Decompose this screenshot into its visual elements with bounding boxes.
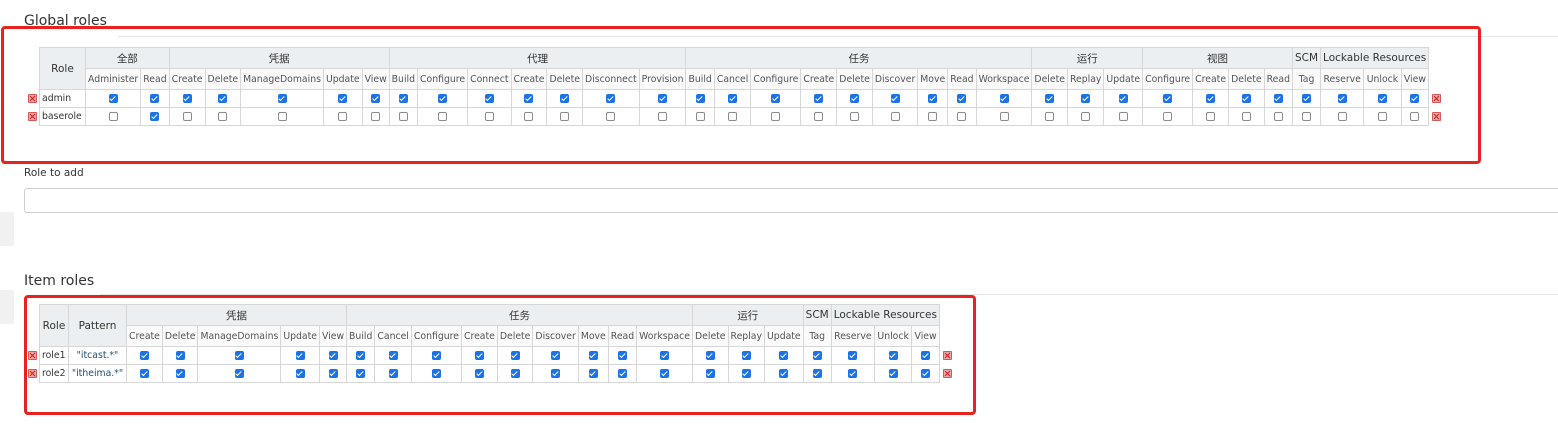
section-title-item-roles: Item roles [24, 273, 95, 289]
delete-role-icon[interactable] [1432, 111, 1441, 121]
delete-role-icon[interactable] [1432, 93, 1441, 103]
left-sidebar-strip [0, 212, 14, 246]
delete-role-icon[interactable] [28, 350, 37, 360]
highlight-box-global-roles [1, 26, 1481, 164]
delete-role-icon[interactable] [28, 93, 37, 103]
delete-role-icon[interactable] [28, 111, 37, 121]
highlight-box-item-roles [24, 295, 976, 415]
role-to-add-input[interactable] [24, 188, 1558, 213]
delete-role-icon[interactable] [943, 368, 952, 378]
role-to-add-label: Role to add [24, 167, 84, 179]
left-sidebar-strip [0, 290, 14, 324]
delete-role-icon[interactable] [28, 368, 37, 378]
delete-role-icon[interactable] [943, 350, 952, 360]
